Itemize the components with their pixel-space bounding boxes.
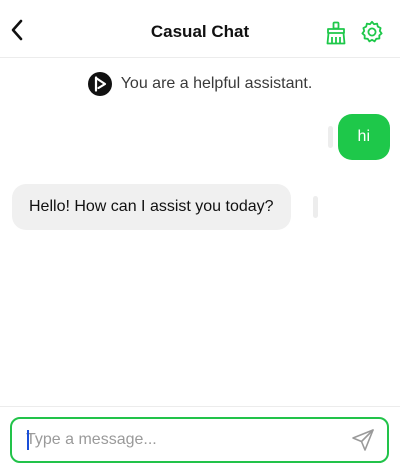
gear-icon	[361, 20, 383, 43]
header: Casual Chat	[0, 0, 400, 58]
assistant-message[interactable]: Hello! How can I assist you today?	[12, 184, 291, 230]
send-button[interactable]	[351, 428, 375, 452]
text-caret	[27, 430, 29, 450]
message-drag-handle[interactable]	[328, 126, 333, 148]
system-prompt-text: You are a helpful assistant.	[120, 75, 313, 92]
composer-bar	[0, 406, 400, 472]
send-icon	[352, 429, 374, 451]
chat-app: Casual Chat You are a helpful assistant.	[0, 0, 400, 472]
message-input[interactable]	[26, 419, 336, 461]
message-drag-handle[interactable]	[313, 196, 318, 218]
broom-icon	[326, 21, 346, 45]
chevron-left-icon	[11, 19, 23, 41]
user-message[interactable]: hi	[337, 114, 390, 160]
clear-chat-button[interactable]	[324, 21, 348, 45]
settings-button[interactable]	[360, 20, 384, 44]
composer	[10, 417, 389, 463]
system-prompt: You are a helpful assistant.	[0, 70, 400, 98]
back-button[interactable]	[6, 17, 28, 43]
play-logo-icon	[87, 72, 112, 96]
